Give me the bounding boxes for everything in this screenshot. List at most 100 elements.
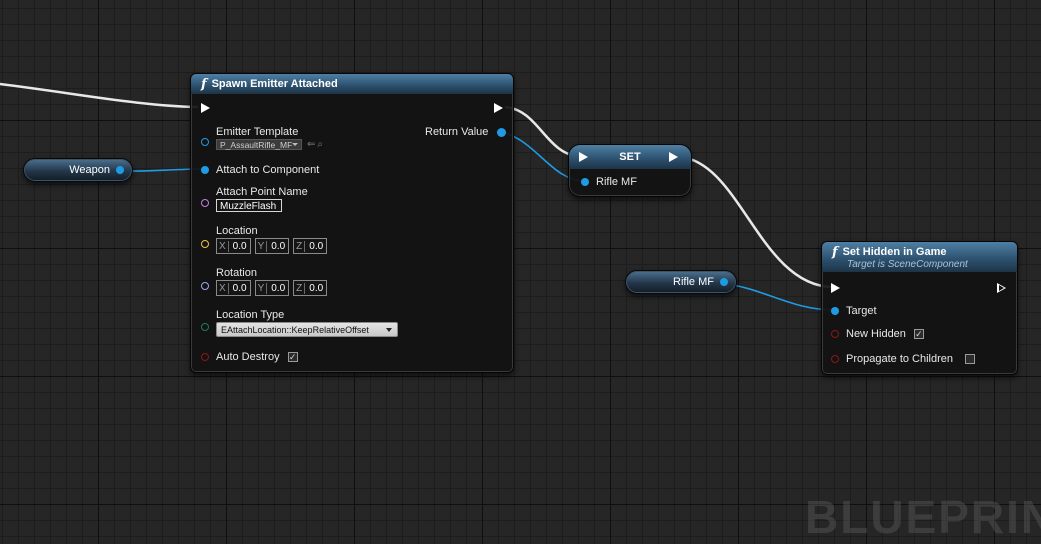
auto-destroy-label: Auto Destroy (216, 351, 280, 363)
rifle-mf-output-pin[interactable] (720, 278, 728, 286)
exec-output-pin[interactable] (494, 102, 504, 114)
rotation-y-field[interactable]: Y 0.0 (254, 280, 290, 296)
attach-point-name-label: Attach Point Name (216, 186, 308, 198)
location-x-value: 0.0 (227, 240, 250, 252)
emitter-template-label: Emitter Template (216, 126, 299, 138)
exec-pin-icon (494, 103, 503, 113)
location-type-group: Location Type EAttachLocation::KeepRelat… (216, 309, 398, 337)
set-hidden-header[interactable]: f Set Hidden in Game Target is SceneComp… (822, 242, 1017, 272)
location-y-field[interactable]: Y 0.0 (254, 238, 290, 254)
return-value-label: Return Value (425, 126, 489, 138)
attach-to-component-row: Attach to Component (201, 164, 319, 176)
location-row: Location X 0.0 Y 0.0 Z 0.0 (201, 225, 331, 254)
rotation-group: Rotation X 0.0 Y 0.0 Z 0.0 (216, 267, 331, 296)
spawn-emitter-attached-node[interactable]: f Spawn Emitter Attached Emitter Templat… (190, 73, 514, 373)
propagate-pin[interactable] (831, 355, 839, 363)
target-label: Target (846, 305, 877, 317)
weapon-label: Weapon (69, 164, 110, 176)
location-vector: X 0.0 Y 0.0 Z 0.0 (216, 238, 331, 254)
dropdown-arrow-icon (292, 143, 298, 146)
emitter-template-dropdown[interactable]: P_AssaultRifle_MF (216, 139, 302, 150)
location-type-dropdown[interactable]: EAttachLocation::KeepRelativeOffset (216, 322, 398, 337)
axis-label: X (219, 282, 226, 294)
emitter-template-row: Emitter Template P_AssaultRifle_MF ⇐ ⌕ (201, 126, 323, 150)
propagate-row: Propagate to Children (831, 353, 976, 365)
auto-destroy-checkbox[interactable]: ✓ (287, 352, 298, 362)
set-rifle-mf-node[interactable]: SET Rifle MF (568, 144, 692, 197)
weapon-output-pin[interactable] (116, 166, 124, 174)
propagate-checkbox[interactable] (965, 354, 976, 364)
function-icon: f (832, 244, 838, 260)
set-hidden-exec-input-pin[interactable] (831, 282, 841, 294)
axis-label: Y (257, 240, 265, 252)
location-pin[interactable] (201, 239, 209, 248)
rotation-x-value: 0.0 (227, 282, 250, 294)
object-wire-rifle-mf-to-target[interactable] (719, 282, 836, 311)
set-hidden-in-game-node[interactable]: f Set Hidden in Game Target is SceneComp… (821, 241, 1018, 375)
exec-wire-incoming[interactable] (0, 82, 199, 109)
attach-point-name-group: Attach Point Name MuzzleFlash (216, 186, 308, 212)
attach-point-name-pin[interactable] (201, 199, 209, 207)
location-x-field[interactable]: X 0.0 (216, 238, 251, 254)
emitter-template-group: Emitter Template P_AssaultRifle_MF ⇐ ⌕ (216, 126, 323, 150)
use-selected-arrow-icon[interactable]: ⇐ (307, 139, 315, 150)
location-z-value: 0.0 (304, 240, 326, 252)
set-hidden-subtitle: Target is SceneComponent (847, 258, 968, 270)
axis-label: Z (296, 240, 303, 252)
new-hidden-row: New Hidden ✓ (831, 328, 924, 340)
exec-wire-set-to-hidden[interactable] (679, 155, 833, 289)
set-title: SET (619, 151, 641, 163)
emitter-template-picker: P_AssaultRifle_MF ⇐ ⌕ (216, 139, 323, 150)
location-type-row: Location Type EAttachLocation::KeepRelat… (201, 309, 398, 337)
auto-destroy-pin[interactable] (201, 353, 209, 361)
function-icon: f (201, 76, 207, 92)
emitter-template-pin[interactable] (201, 138, 209, 146)
spawn-emitter-header[interactable]: f Spawn Emitter Attached (191, 74, 513, 94)
auto-destroy-row: Auto Destroy ✓ (201, 351, 298, 363)
attach-point-name-row: Attach Point Name MuzzleFlash (201, 186, 308, 212)
target-pin[interactable] (831, 307, 839, 315)
axis-label: Y (257, 282, 265, 294)
new-hidden-pin[interactable] (831, 330, 839, 338)
set-rifle-mf-row: Rifle MF (581, 176, 637, 188)
exec-pin-icon (579, 152, 588, 162)
set-hidden-exec-output-pin[interactable] (997, 282, 1007, 294)
rotation-x-field[interactable]: X 0.0 (216, 280, 251, 296)
rotation-pin[interactable] (201, 281, 209, 290)
rifle-mf-variable-node[interactable]: Rifle MF (625, 270, 737, 294)
axis-label: X (219, 240, 226, 252)
rifle-mf-getter-label: Rifle MF (673, 276, 714, 288)
exec-pin-icon (201, 103, 210, 113)
browse-magnifier-icon[interactable]: ⌕ (317, 139, 323, 150)
rotation-z-field[interactable]: Z 0.0 (293, 280, 328, 296)
location-type-pin[interactable] (201, 323, 209, 331)
propagate-label: Propagate to Children (846, 353, 954, 365)
exec-input-pin[interactable] (201, 102, 211, 114)
axis-label: Z (296, 282, 303, 294)
attach-to-component-pin[interactable] (201, 166, 209, 174)
new-hidden-checkbox[interactable]: ✓ (913, 329, 924, 339)
set-hidden-title: Set Hidden in Game (842, 246, 947, 258)
rotation-z-value: 0.0 (304, 282, 326, 294)
set-exec-output-pin[interactable] (669, 151, 679, 163)
new-hidden-label: New Hidden (846, 328, 906, 340)
blueprint-watermark: BLUEPRINT (805, 491, 1041, 543)
exec-pin-icon (831, 283, 840, 293)
return-value-row: Return Value (425, 126, 507, 138)
set-exec-input-pin[interactable] (579, 151, 589, 163)
attach-to-component-label: Attach to Component (216, 164, 320, 176)
emitter-template-value: P_AssaultRifle_MF (220, 139, 293, 150)
weapon-variable-node[interactable]: Weapon (23, 158, 133, 182)
rotation-row: Rotation X 0.0 Y 0.0 Z 0.0 (201, 267, 331, 296)
attach-point-name-input[interactable]: MuzzleFlash (216, 199, 282, 212)
location-y-value: 0.0 (266, 240, 288, 252)
return-value-pin[interactable] (497, 127, 507, 137)
location-z-field[interactable]: Z 0.0 (293, 238, 328, 254)
rotation-y-value: 0.0 (266, 282, 288, 294)
set-rifle-mf-pin[interactable] (581, 178, 589, 186)
exec-pin-icon (669, 152, 678, 162)
set-header[interactable]: SET (569, 145, 691, 169)
location-type-value: EAttachLocation::KeepRelativeOffset (221, 324, 369, 335)
location-type-label: Location Type (216, 309, 285, 321)
set-hidden-title-line: f Set Hidden in Game (832, 245, 947, 260)
